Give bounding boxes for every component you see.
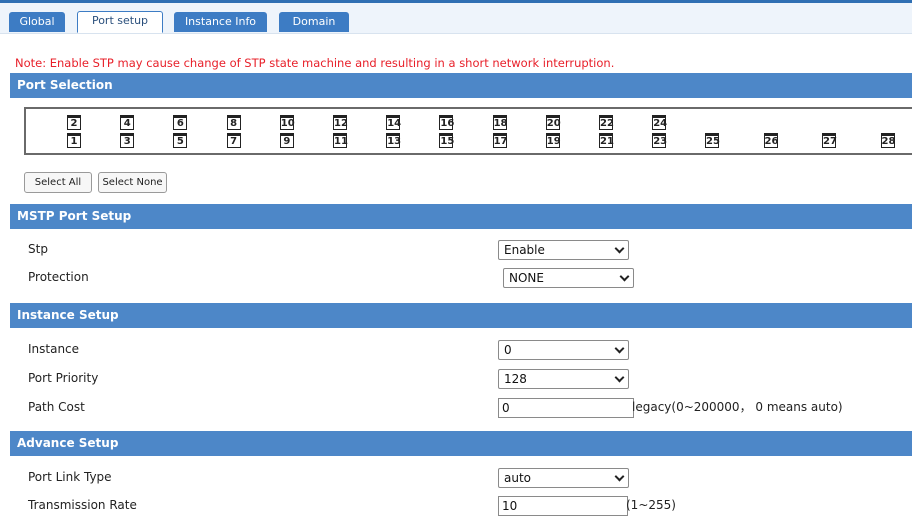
- port-24[interactable]: 24: [652, 115, 667, 130]
- port-26[interactable]: 26: [763, 133, 778, 148]
- tab-domain[interactable]: Domain: [279, 12, 349, 32]
- instance-select[interactable]: 0: [498, 340, 629, 360]
- port-28[interactable]: 28: [880, 133, 895, 148]
- port-14[interactable]: 14: [386, 115, 401, 130]
- port-4[interactable]: 4: [120, 115, 135, 130]
- port-5[interactable]: 5: [173, 133, 188, 148]
- port-10[interactable]: 10: [279, 115, 295, 130]
- tab-instance-info[interactable]: Instance Info: [174, 12, 267, 32]
- transmission-rate-hint: (1~255): [626, 498, 676, 512]
- path-cost-hint: legacy(0~200000， 0 means auto): [632, 400, 843, 414]
- port-panel: [24, 107, 912, 155]
- instance-label: Instance: [28, 342, 80, 356]
- protection-label: Protection: [28, 270, 89, 284]
- port-25[interactable]: 25: [705, 133, 720, 148]
- port-18[interactable]: 18: [492, 115, 508, 130]
- port-12[interactable]: 12: [333, 115, 348, 130]
- protection-select[interactable]: NONE: [503, 268, 634, 288]
- row-port-link-type: Port Link Type auto: [10, 466, 912, 489]
- instance-value: 0: [504, 343, 512, 357]
- tab-bar: Global Port setup Instance Info Domain: [0, 3, 912, 34]
- chevron-down-icon: [614, 471, 625, 482]
- port-3[interactable]: 3: [120, 133, 135, 148]
- port-15[interactable]: 15: [439, 133, 454, 148]
- row-protection: Protection NONE: [10, 266, 912, 289]
- port-17[interactable]: 17: [492, 133, 508, 148]
- tab-port-setup[interactable]: Port setup: [77, 11, 163, 33]
- protection-value: NONE: [509, 271, 544, 285]
- chevron-down-icon: [614, 243, 625, 254]
- port-11[interactable]: 11: [333, 133, 348, 148]
- row-stp: Stp Enable: [10, 238, 912, 261]
- chevron-down-icon: [619, 271, 630, 282]
- port-link-type-value: auto: [504, 471, 532, 485]
- row-path-cost: Path Cost 0 legacy(0~200000， 0 means aut…: [10, 396, 912, 419]
- port-8[interactable]: 8: [226, 115, 241, 130]
- stp-label: Stp: [28, 242, 48, 256]
- port-13[interactable]: 13: [386, 133, 401, 148]
- section-instance-setup: Instance Setup: [10, 303, 912, 328]
- path-cost-label: Path Cost: [28, 400, 85, 414]
- port-link-type-label: Port Link Type: [28, 470, 112, 484]
- port-priority-value: 128: [504, 372, 527, 386]
- select-all-button[interactable]: Select All: [24, 172, 92, 193]
- section-port-selection: Port Selection: [10, 73, 912, 98]
- port-27[interactable]: 27: [822, 133, 837, 148]
- port-20[interactable]: 20: [545, 115, 561, 130]
- transmission-rate-label: Transmission Rate: [28, 498, 137, 512]
- row-instance: Instance 0: [10, 338, 912, 361]
- port-1[interactable]: 1: [67, 133, 81, 148]
- port-priority-select[interactable]: 128: [498, 369, 629, 389]
- port-6[interactable]: 6: [173, 115, 188, 130]
- port-2[interactable]: 2: [67, 115, 81, 130]
- port-9[interactable]: 9: [279, 133, 294, 148]
- chevron-down-icon: [614, 372, 625, 383]
- select-none-button[interactable]: Select None: [98, 172, 167, 193]
- stp-select[interactable]: Enable: [498, 240, 629, 260]
- tab-global[interactable]: Global: [9, 12, 65, 32]
- port-19[interactable]: 19: [545, 133, 561, 148]
- port-16[interactable]: 16: [439, 115, 454, 130]
- chevron-down-icon: [614, 343, 625, 354]
- port-22[interactable]: 22: [599, 115, 614, 130]
- section-advance-setup: Advance Setup: [10, 431, 912, 456]
- stp-warning-note: Note: Enable STP may cause change of STP…: [15, 56, 615, 70]
- row-port-priority: Port Priority 128: [10, 367, 912, 390]
- port-23[interactable]: 23: [652, 133, 667, 148]
- port-7[interactable]: 7: [226, 133, 241, 148]
- stp-value: Enable: [504, 243, 545, 257]
- port-link-type-select[interactable]: auto: [498, 468, 629, 488]
- transmission-rate-input[interactable]: 10: [498, 496, 628, 516]
- section-mstp-port-setup: MSTP Port Setup: [10, 204, 912, 229]
- row-transmission-rate: Transmission Rate 10 (1~255): [10, 494, 912, 517]
- port-21[interactable]: 21: [599, 133, 614, 148]
- path-cost-input[interactable]: 0: [498, 398, 634, 418]
- port-priority-label: Port Priority: [28, 371, 99, 385]
